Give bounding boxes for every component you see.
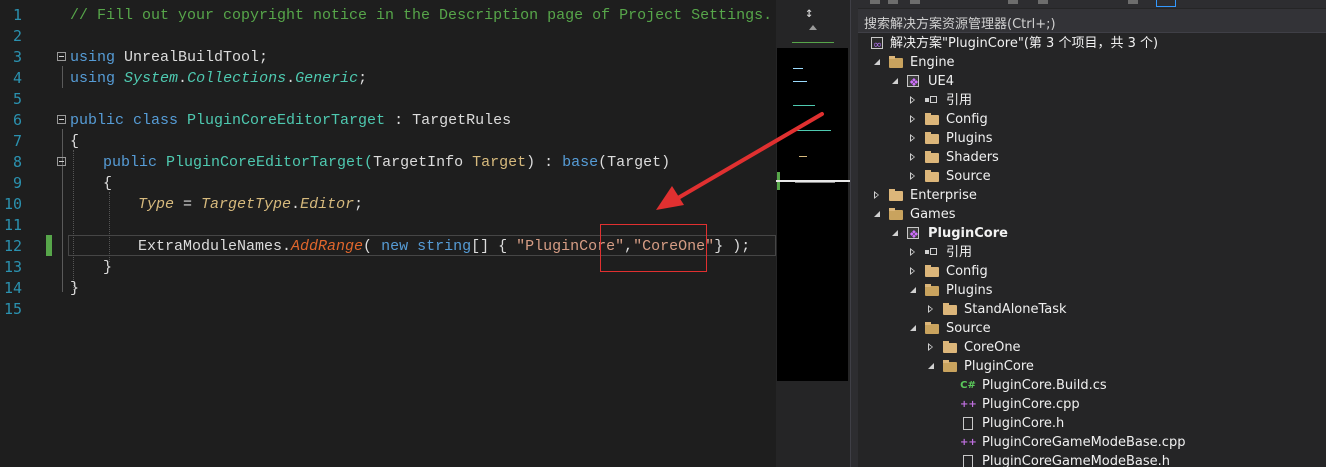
- line-number: 3: [12, 48, 22, 66]
- line-number: 5: [12, 90, 22, 108]
- line-number: 14: [3, 279, 22, 297]
- line-number: 13: [3, 258, 22, 276]
- expand-toggle[interactable]: [924, 338, 938, 357]
- search-placeholder: 搜索解决方案资源管理器(Ctrl+;): [864, 17, 1056, 32]
- toolbar-button[interactable]: [1038, 0, 1048, 4]
- line-number: 1: [12, 6, 22, 24]
- code-line-13[interactable]: }: [103, 257, 112, 278]
- code-comment[interactable]: // Fill out your copyright notice in the…: [70, 5, 772, 26]
- minimap-preview: [777, 48, 848, 381]
- csharp-file-icon: C#: [960, 380, 976, 391]
- folder-open-icon: [924, 321, 940, 336]
- line-number: 6: [12, 111, 22, 129]
- expand-toggle[interactable]: [906, 281, 920, 300]
- expand-toggle[interactable]: [906, 91, 920, 110]
- solution-explorer-panel: 搜索解决方案资源管理器(Ctrl+;) 解决方案"PluginCore"(第 3…: [858, 0, 1326, 467]
- scroll-up-arrow-icon[interactable]: [809, 25, 817, 30]
- folder-icon: [942, 340, 958, 355]
- expand-toggle[interactable]: [888, 224, 902, 243]
- code-line-7[interactable]: {: [70, 131, 79, 152]
- expand-toggle[interactable]: [870, 186, 884, 205]
- toolbar-active-button[interactable]: [1156, 0, 1176, 7]
- code-line-14[interactable]: }: [70, 278, 79, 299]
- collapse-toggle[interactable]: [57, 52, 66, 61]
- code-line-3[interactable]: using UnrealBuildTool;: [70, 47, 268, 68]
- expand-toggle[interactable]: [906, 262, 920, 281]
- line-number: 12: [3, 237, 22, 255]
- solution-search-input[interactable]: 搜索解决方案资源管理器(Ctrl+;): [858, 9, 1326, 33]
- project-icon: [906, 73, 922, 92]
- expand-toggle[interactable]: [924, 300, 938, 319]
- expand-toggle[interactable]: [906, 148, 920, 167]
- solution-icon: [870, 35, 886, 54]
- folder-icon: [924, 169, 940, 184]
- references-icon: [924, 245, 940, 260]
- cpp-file-icon: ++: [960, 399, 977, 410]
- folder-icon: [924, 112, 940, 127]
- toolbar-button[interactable]: [1128, 0, 1138, 4]
- expand-toggle[interactable]: [906, 167, 920, 186]
- code-line-4[interactable]: using System.Collections.Generic;: [70, 68, 367, 89]
- folder-icon: [924, 131, 940, 146]
- expand-toggle[interactable]: [906, 243, 920, 262]
- minimap-viewport-thumb[interactable]: [776, 180, 850, 182]
- expand-toggle[interactable]: [906, 110, 920, 129]
- expand-toggle[interactable]: [924, 357, 938, 376]
- toolbar-button[interactable]: [870, 0, 880, 4]
- line-number: 15: [3, 300, 22, 318]
- code-line-9[interactable]: {: [103, 173, 112, 194]
- header-file-icon: [960, 416, 976, 431]
- folder-open-icon: [888, 207, 904, 222]
- expand-toggle[interactable]: [870, 205, 884, 224]
- line-number: 8: [12, 153, 22, 171]
- expand-toggle[interactable]: [870, 53, 884, 72]
- header-file-icon: [960, 454, 976, 467]
- collapse-toggle[interactable]: [57, 115, 66, 124]
- folder-open-icon: [888, 55, 904, 70]
- code-line-8[interactable]: public PluginCoreEditorTarget(TargetInfo…: [103, 152, 670, 173]
- cpp-file-icon: ++: [960, 437, 977, 448]
- split-view-icon[interactable]: ↕: [805, 6, 813, 20]
- line-number: 7: [12, 132, 22, 150]
- folder-icon: [924, 264, 940, 279]
- line-number: 2: [12, 27, 22, 45]
- expand-toggle[interactable]: [906, 129, 920, 148]
- folder-icon: [924, 150, 940, 165]
- toolbar-button[interactable]: [910, 0, 920, 4]
- code-line-10[interactable]: Type = TargetType.Editor;: [138, 194, 363, 215]
- folder-icon: [888, 188, 904, 203]
- expand-toggle[interactable]: [906, 319, 920, 338]
- code-line-6[interactable]: public class PluginCoreEditorTarget : Ta…: [70, 110, 511, 131]
- expand-toggle[interactable]: [888, 72, 902, 91]
- folder-icon: [942, 302, 958, 317]
- pane-splitter[interactable]: [850, 0, 858, 467]
- line-number: 9: [12, 174, 22, 192]
- code-editor[interactable]: 1 // Fill out your copyright notice in t…: [0, 0, 776, 467]
- line-number: 11: [3, 216, 22, 234]
- solution-explorer-toolbar: [858, 0, 1326, 8]
- collapse-toggle[interactable]: [57, 157, 66, 166]
- folder-open-icon: [942, 359, 958, 374]
- toolbar-button[interactable]: [888, 0, 898, 4]
- line-number: 10: [3, 195, 22, 213]
- folder-open-icon: [924, 283, 940, 298]
- annotation-highlight-box: [600, 224, 707, 272]
- references-icon: [924, 93, 940, 108]
- line-number: 4: [12, 69, 22, 87]
- toolbar-button[interactable]: [1008, 0, 1018, 4]
- minimap-scrollbar[interactable]: ↕: [776, 0, 850, 467]
- minimap-line: [792, 42, 834, 43]
- project-icon: [906, 225, 922, 244]
